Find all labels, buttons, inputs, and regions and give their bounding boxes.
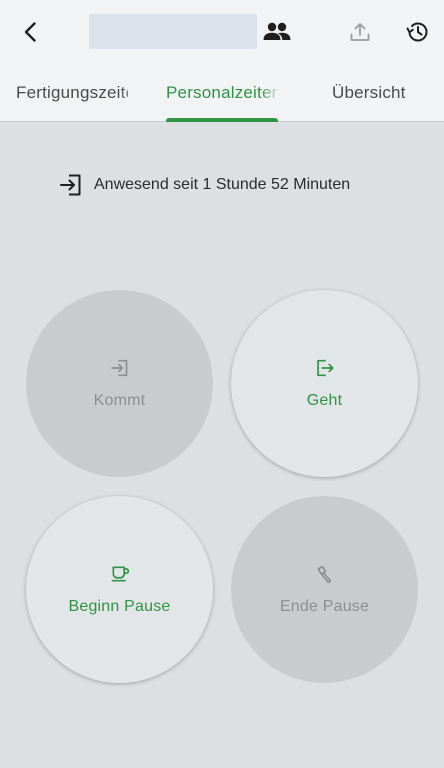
tab-uebersicht[interactable]: Übersicht [332, 64, 442, 122]
beginn-pause-button[interactable]: Beginn Pause [26, 496, 213, 683]
geht-button[interactable]: Geht [231, 290, 418, 477]
status-text: Anwesend seit 1 Stunde 52 Minuten [94, 176, 351, 193]
app-screen: Fertigungszeiten Personalzeiten Übersich… [0, 0, 444, 768]
beginn-pause-label: Beginn Pause [68, 597, 171, 615]
page-title [89, 14, 257, 49]
tab-label: Fertigungszeiten [16, 83, 128, 102]
broom-icon [317, 565, 331, 583]
login-icon [110, 359, 127, 376]
kommt-label: Kommt [93, 391, 146, 409]
login-icon [60, 174, 81, 196]
kommt-button[interactable]: Kommt [26, 290, 213, 477]
chevron-left-icon [24, 22, 36, 42]
active-tab-indicator [166, 118, 278, 122]
tab-label: Übersicht [332, 83, 406, 102]
people-icon [263, 22, 291, 40]
tab-bar: Fertigungszeiten Personalzeiten Übersich… [0, 64, 444, 122]
logout-icon [316, 359, 334, 376]
history-button[interactable] [398, 12, 438, 52]
ende-pause-button[interactable]: Ende Pause [231, 496, 418, 683]
people-button[interactable] [257, 12, 297, 52]
back-button[interactable] [11, 12, 51, 52]
upload-button[interactable] [340, 12, 380, 52]
ende-pause-label: Ende Pause [279, 597, 370, 615]
upload-icon [350, 23, 370, 41]
history-icon [406, 22, 428, 42]
geht-label: Geht [306, 391, 343, 409]
tab-personalzeiten[interactable]: Personalzeiten [166, 64, 278, 122]
coffee-cup-icon [111, 566, 129, 581]
attendance-status: Anwesend seit 1 Stunde 52 Minuten [58, 172, 350, 198]
tab-label: Personalzeiten [166, 83, 278, 102]
top-app-bar [0, 0, 444, 64]
tab-fertigungszeiten[interactable]: Fertigungszeiten [16, 64, 128, 122]
